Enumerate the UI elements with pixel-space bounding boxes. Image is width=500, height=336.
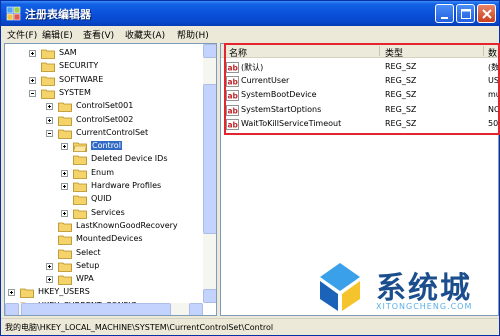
folder-icon — [58, 129, 72, 139]
tree-item-label: Deleted Device IDs — [91, 154, 168, 164]
expand-icon[interactable] — [61, 169, 68, 177]
tree-vertical-scrollbar[interactable] — [203, 44, 216, 303]
folder-icon — [73, 169, 87, 179]
folder-icon — [58, 116, 72, 126]
title-bar[interactable]: 注册表编辑器 — [1, 1, 499, 26]
tree-item-label: Select — [76, 247, 101, 257]
collapse-icon[interactable] — [29, 89, 36, 97]
folder-icon — [41, 62, 55, 73]
expand-icon[interactable] — [61, 143, 68, 151]
window-title: 注册表编辑器 — [25, 8, 91, 21]
expand-icon[interactable] — [46, 276, 53, 284]
scroll-left-button[interactable] — [5, 303, 19, 315]
tree-item-label: SAM — [59, 48, 77, 57]
tree-item-label: Enum — [91, 167, 114, 177]
tree-item-label: SECURITY — [59, 61, 99, 71]
folder-icon — [58, 262, 72, 272]
menu-bar: 文件(F) 编辑(E) 查看(V) 收藏夹(A) 帮助(H) — [1, 26, 499, 43]
tree-item-label: Services — [91, 207, 125, 217]
folder-icon — [20, 288, 34, 299]
registry-app-icon — [6, 6, 21, 21]
scroll-thumb[interactable] — [203, 84, 216, 234]
maximize-icon — [461, 9, 471, 19]
maximize-button[interactable] — [456, 4, 475, 23]
minimize-button[interactable] — [435, 4, 454, 23]
folder-icon — [41, 76, 55, 86]
folder-icon — [73, 209, 87, 219]
minimize-icon — [441, 17, 448, 19]
watermark: 系统城 XITONGCHENG.COM — [306, 259, 500, 319]
watermark-text: 系统城 — [376, 271, 472, 306]
tree-item-label: QUID — [91, 194, 112, 204]
tree-item-label: LastKnownGoodRecovery — [76, 220, 178, 230]
folder-icon — [73, 142, 87, 152]
folder-icon — [58, 222, 72, 232]
watermark-subtext: XITONGCHENG.COM — [376, 302, 473, 311]
expand-icon[interactable] — [61, 209, 68, 217]
folder-icon — [73, 195, 87, 206]
expand-icon[interactable] — [46, 103, 53, 111]
tree-item-label: WPA — [76, 274, 94, 284]
expand-icon[interactable] — [61, 183, 68, 190]
menu-file[interactable]: 文件(F) — [7, 28, 37, 41]
tree-item-label: HKEY_USERS — [38, 287, 90, 297]
folder-icon — [41, 89, 55, 99]
folder-icon — [58, 275, 72, 285]
menu-help[interactable]: 帮助(H) — [177, 28, 209, 41]
h-scroll-thumb[interactable] — [21, 303, 171, 315]
red-highlight-box — [224, 43, 500, 135]
tree-item-label: SOFTWARE — [59, 74, 104, 84]
status-bar: 我的电脑\HKEY_LOCAL_MACHINE\SYSTEM\CurrentCo… — [1, 318, 499, 335]
registry-tree-pane[interactable]: SAM SECURITY SOFTWARE SYSTEM ControlSet0… — [4, 43, 217, 316]
scroll-down-button[interactable] — [203, 289, 216, 303]
menu-favorites[interactable]: 收藏夹(A) — [125, 28, 165, 41]
scroll-up-button[interactable] — [203, 44, 216, 58]
tree-item-label: Hardware Profiles — [91, 181, 162, 190]
expand-icon[interactable] — [46, 116, 53, 124]
menu-edit[interactable]: 编辑(E) — [42, 28, 73, 41]
folder-icon — [58, 235, 72, 246]
expand-icon[interactable] — [46, 262, 53, 270]
folder-icon — [73, 182, 87, 192]
status-path: 我的电脑\HKEY_LOCAL_MACHINE\SYSTEM\CurrentCo… — [5, 323, 274, 332]
scroll-right-button[interactable] — [189, 303, 203, 315]
expand-icon[interactable] — [29, 50, 36, 57]
tree-item-label: ControlSet002 — [76, 114, 134, 124]
expand-icon[interactable] — [29, 76, 36, 84]
close-button[interactable] — [477, 4, 496, 23]
close-icon — [482, 9, 492, 19]
folder-icon — [58, 249, 72, 259]
tree-horizontal-scrollbar[interactable] — [5, 303, 203, 315]
xitongcheng-logo-icon — [320, 263, 360, 311]
tree-item-label: Control — [90, 140, 123, 152]
tree-item-label: CurrentControlSet — [76, 127, 149, 137]
expand-icon[interactable] — [8, 289, 15, 297]
folder-icon — [41, 49, 55, 59]
tree-item-label: SYSTEM — [59, 87, 91, 97]
folder-icon — [73, 155, 87, 166]
tree-item-label: Setup — [76, 260, 100, 270]
menu-view[interactable]: 查看(V) — [83, 28, 114, 41]
registry-editor-window: 注册表编辑器 文件(F) 编辑(E) 查看(V) 收藏夹(A) 帮助(H) SA… — [0, 0, 500, 336]
folder-icon — [58, 102, 72, 113]
tree-item-label: ControlSet001 — [76, 101, 134, 111]
collapse-icon[interactable] — [46, 129, 53, 137]
tree-item-label: MountedDevices — [76, 234, 143, 244]
